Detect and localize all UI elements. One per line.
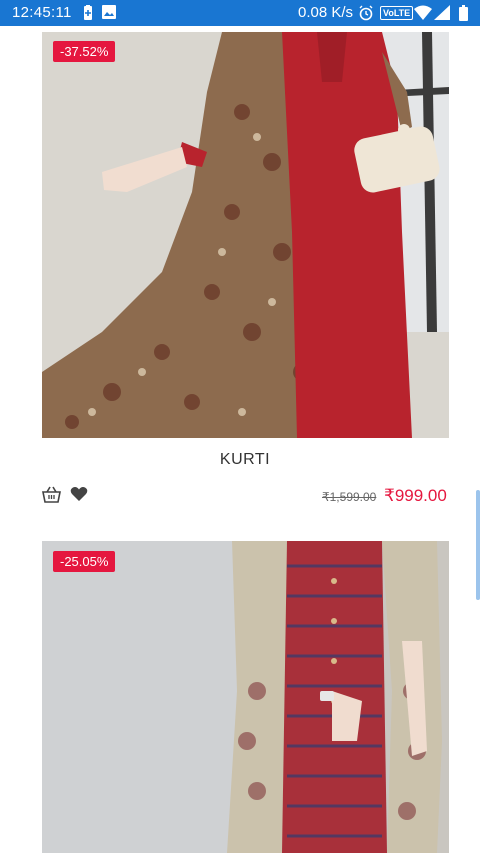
volte-badge: VoLTE: [380, 6, 414, 20]
signal-icon: [434, 5, 450, 25]
battery-icon: [459, 5, 468, 26]
heart-icon[interactable]: [70, 486, 88, 507]
wifi-icon: [414, 5, 432, 25]
discount-badge: -37.52%: [53, 41, 116, 62]
battery-saver-icon: [82, 5, 94, 26]
product-image[interactable]: [42, 32, 449, 438]
network-speed: 0.08 K/s: [298, 4, 354, 21]
status-bar: 12:45:11 0.08 K/s VoLTE: [0, 0, 480, 26]
image-icon: [102, 5, 116, 24]
original-price: ₹1,599.00: [322, 490, 377, 504]
product-image[interactable]: [42, 541, 449, 853]
basket-icon[interactable]: [42, 486, 61, 508]
status-time: 12:45:11: [12, 4, 72, 21]
sale-price: ₹999.00: [384, 486, 447, 505]
scrollbar[interactable]: [476, 490, 480, 600]
alarm-icon: [358, 5, 374, 26]
discount-badge: -25.05%: [53, 551, 116, 572]
product-name[interactable]: KURTI: [0, 451, 480, 469]
